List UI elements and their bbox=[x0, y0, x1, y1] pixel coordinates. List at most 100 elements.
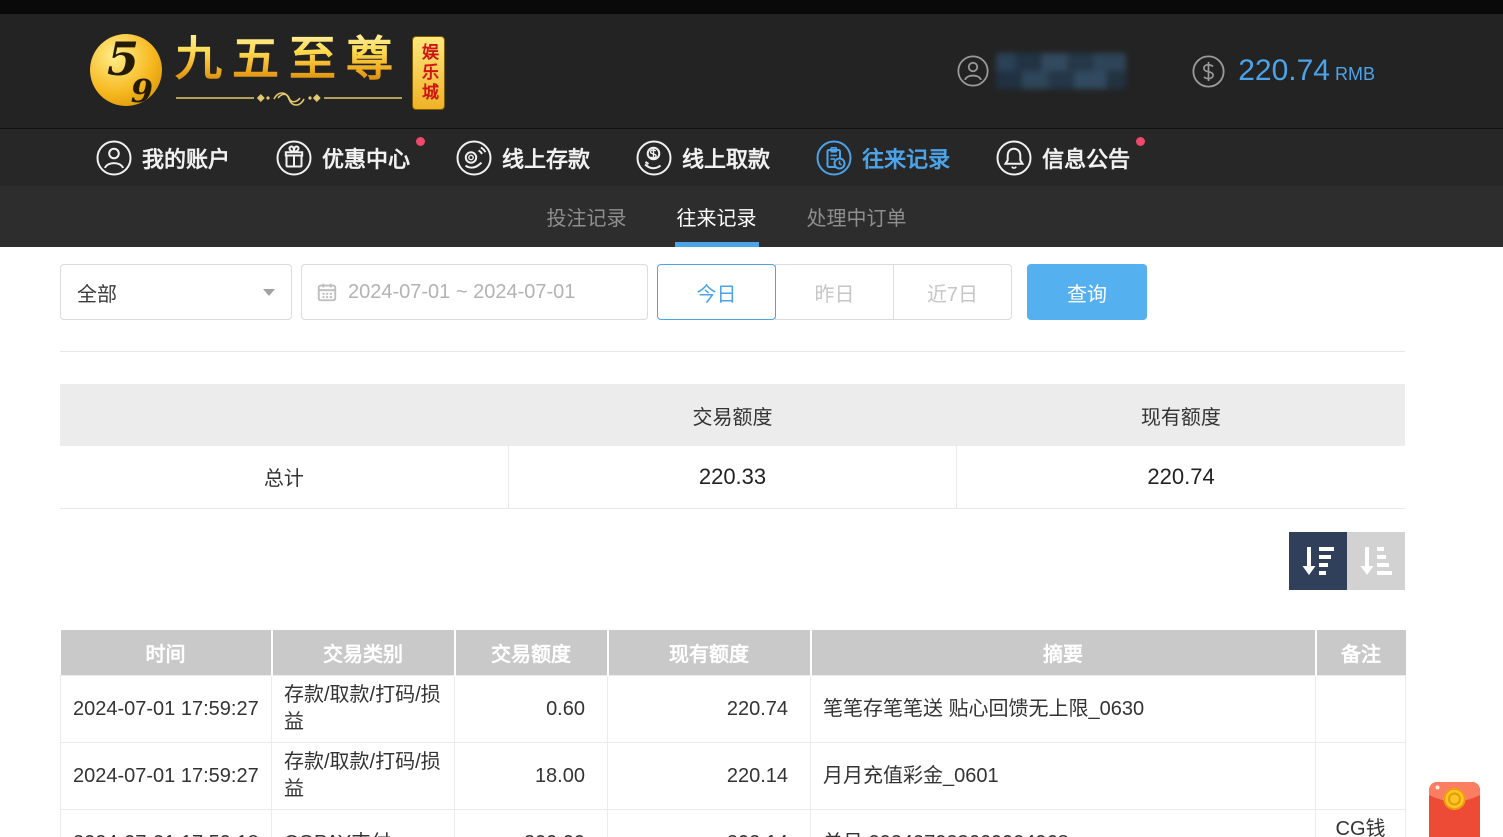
table-row: 2024-07-01 17:59:18 CGPAY支付 200.00 202.1… bbox=[61, 810, 1406, 837]
username-blurred bbox=[996, 53, 1126, 89]
nav-label: 往来记录 bbox=[862, 142, 950, 174]
page: 9 5 九五至尊 娱乐城 bbox=[0, 0, 1503, 837]
summary-header-row: 交易额度 现有额度 bbox=[60, 384, 1405, 446]
withdraw-icon bbox=[636, 140, 672, 176]
summary-header-empty bbox=[60, 384, 508, 446]
deposit-icon bbox=[456, 140, 492, 176]
top-black-strip bbox=[0, 0, 1503, 14]
bell-icon bbox=[996, 140, 1032, 176]
yesterday-button[interactable]: 昨日 bbox=[775, 264, 894, 320]
cell-balance: 220.74 bbox=[608, 676, 811, 743]
nav-item-promotions[interactable]: 优惠中心 bbox=[276, 140, 410, 176]
summary-total-trade: 220.33 bbox=[508, 446, 956, 508]
cell-time: 2024-07-01 17:59:27 bbox=[61, 743, 272, 810]
nav-label: 线上取款 bbox=[682, 142, 770, 174]
cell-note: CG钱包 bbox=[1316, 810, 1406, 837]
sort-controls bbox=[60, 532, 1405, 590]
quick-range-group: 今日 昨日 近7日 bbox=[657, 264, 1012, 320]
nav-item-my-account[interactable]: 我的账户 bbox=[96, 140, 230, 176]
table-row: 2024-07-01 17:59:27 存款/取款/打码/损益 18.00 22… bbox=[61, 743, 1406, 810]
col-time: 时间 bbox=[61, 630, 272, 676]
cell-amount: 18.00 bbox=[455, 743, 608, 810]
red-envelope-icon bbox=[1428, 778, 1481, 837]
notification-dot bbox=[416, 137, 425, 146]
col-type: 交易类别 bbox=[272, 630, 455, 676]
nav-item-deposit[interactable]: 线上存款 bbox=[456, 140, 590, 176]
sort-descending-icon bbox=[1300, 543, 1336, 579]
nav-item-transaction-records[interactable]: 往来记录 bbox=[816, 140, 950, 176]
col-balance: 现有额度 bbox=[608, 630, 811, 676]
cell-summary: 单号:202407023660004968 bbox=[811, 810, 1316, 837]
nav-label: 信息公告 bbox=[1042, 142, 1130, 174]
account-icon bbox=[96, 140, 132, 176]
filter-bar: 全部 2024-07-01 ~ 2024-07-01 今日 昨日 bbox=[60, 264, 1405, 320]
cell-amount: 0.60 bbox=[455, 676, 608, 743]
logo-flourish-icon bbox=[174, 90, 404, 106]
content-area: 全部 2024-07-01 ~ 2024-07-01 今日 昨日 bbox=[0, 264, 1503, 837]
cell-summary: 月月充值彩金_0601 bbox=[811, 743, 1316, 810]
cell-time: 2024-07-01 17:59:27 bbox=[61, 676, 272, 743]
balance-display: 220.74RMB bbox=[1238, 54, 1375, 88]
site-logo[interactable]: 9 5 九五至尊 娱乐城 bbox=[90, 30, 445, 110]
col-note: 备注 bbox=[1316, 630, 1406, 676]
logo-title: 九五至尊 bbox=[175, 30, 403, 88]
logo-digit-5: 5 bbox=[107, 32, 139, 86]
records-header-row: 时间 交易类别 交易额度 现有额度 摘要 备注 bbox=[61, 630, 1406, 676]
cell-type: CGPAY支付 bbox=[272, 810, 455, 837]
sort-descending-button[interactable] bbox=[1289, 532, 1347, 590]
section-divider bbox=[60, 351, 1405, 352]
gift-icon bbox=[276, 140, 312, 176]
logo-badge: 娱乐城 bbox=[412, 36, 445, 110]
chevron-down-icon bbox=[263, 289, 275, 296]
cell-balance: 202.14 bbox=[608, 810, 811, 837]
summary-header-trade: 交易额度 bbox=[508, 384, 956, 446]
summary-header-balance: 现有额度 bbox=[957, 384, 1405, 446]
last7days-button[interactable]: 近7日 bbox=[893, 264, 1012, 320]
red-envelope-float[interactable] bbox=[1428, 778, 1481, 837]
balance-currency: RMB bbox=[1335, 64, 1375, 84]
date-range-input[interactable]: 2024-07-01 ~ 2024-07-01 bbox=[301, 264, 648, 320]
search-button[interactable]: 查询 bbox=[1027, 264, 1147, 320]
nav-item-withdraw[interactable]: 线上取款 bbox=[636, 140, 770, 176]
sub-tab-bar: 投注记录 往来记录 处理中订单 bbox=[0, 186, 1503, 247]
records-table: 时间 交易类别 交易额度 现有额度 摘要 备注 2024-07-01 17:59… bbox=[60, 630, 1406, 837]
cell-summary: 笔笔存笔笔送 贴心回馈无上限_0630 bbox=[811, 676, 1316, 743]
main-nav: 我的账户 优惠中心 线上存款 bbox=[0, 128, 1503, 186]
cell-balance: 220.14 bbox=[608, 743, 811, 810]
calendar-icon bbox=[316, 281, 338, 303]
notification-dot bbox=[1136, 137, 1145, 146]
tab-betting-records[interactable]: 投注记录 bbox=[545, 186, 629, 247]
cell-note bbox=[1316, 743, 1406, 810]
cell-type: 存款/取款/打码/损益 bbox=[272, 743, 455, 810]
today-button[interactable]: 今日 bbox=[657, 264, 776, 320]
user-icon bbox=[957, 55, 989, 87]
summary-total-row: 总计 220.33 220.74 bbox=[60, 446, 1405, 508]
site-header: 9 5 九五至尊 娱乐城 bbox=[0, 14, 1503, 128]
dollar-coin-icon bbox=[1192, 55, 1225, 88]
date-range-value: 2024-07-01 ~ 2024-07-01 bbox=[348, 281, 575, 304]
tab-transaction-records[interactable]: 往来记录 bbox=[675, 186, 759, 247]
balance-amount: 220.74 bbox=[1238, 54, 1330, 87]
col-amount: 交易额度 bbox=[455, 630, 608, 676]
cell-amount: 200.00 bbox=[455, 810, 608, 837]
tab-label: 往来记录 bbox=[677, 202, 757, 231]
nav-label: 我的账户 bbox=[142, 142, 230, 174]
table-row: 2024-07-01 17:59:27 存款/取款/打码/损益 0.60 220… bbox=[61, 676, 1406, 743]
logo-95-icon: 9 5 bbox=[90, 34, 162, 106]
tab-pending-orders[interactable]: 处理中订单 bbox=[805, 186, 909, 247]
type-select-value: 全部 bbox=[77, 278, 117, 307]
sort-ascending-button[interactable] bbox=[1347, 532, 1405, 590]
type-select[interactable]: 全部 bbox=[60, 264, 292, 320]
cell-time: 2024-07-01 17:59:18 bbox=[61, 810, 272, 837]
summary-total-label: 总计 bbox=[60, 446, 508, 508]
cell-note bbox=[1316, 676, 1406, 743]
nav-item-announcements[interactable]: 信息公告 bbox=[996, 140, 1130, 176]
tab-label: 处理中订单 bbox=[807, 202, 907, 231]
nav-label: 线上存款 bbox=[502, 142, 590, 174]
cell-type: 存款/取款/打码/损益 bbox=[272, 676, 455, 743]
tab-label: 投注记录 bbox=[547, 202, 627, 231]
col-summary: 摘要 bbox=[811, 630, 1316, 676]
summary-table: 交易额度 现有额度 总计 220.33 220.74 bbox=[60, 384, 1405, 509]
summary-total-balance: 220.74 bbox=[957, 446, 1405, 508]
sort-ascending-icon bbox=[1358, 543, 1394, 579]
